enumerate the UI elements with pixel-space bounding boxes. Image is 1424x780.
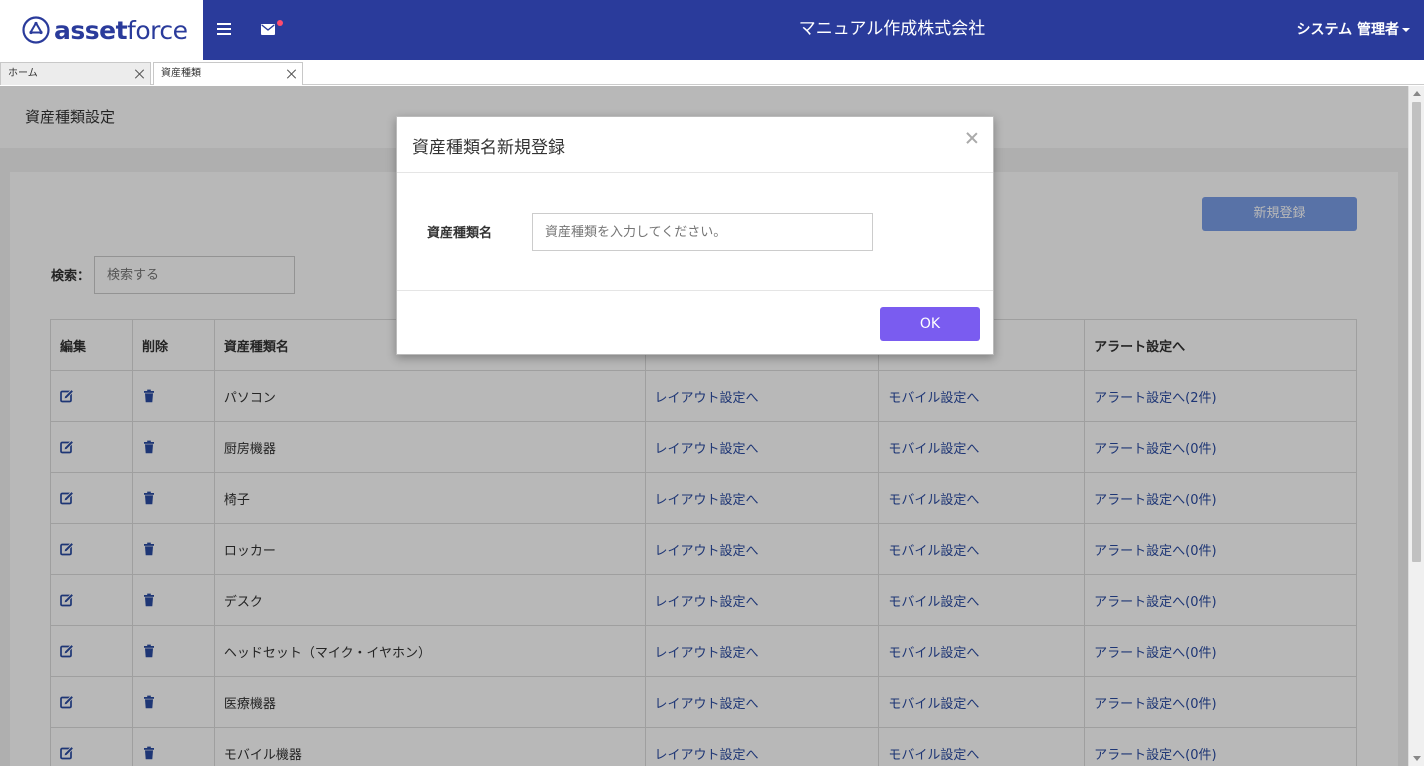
tab-label: ホーム (8, 68, 38, 79)
ok-button[interactable]: OK (880, 307, 980, 341)
modal-title: 資産種類名新規登録 (412, 138, 565, 158)
caret-down-icon (1402, 28, 1410, 32)
bottom-strip (0, 766, 1424, 780)
close-icon[interactable] (135, 69, 145, 79)
scroll-up-arrow-icon[interactable] (1413, 91, 1421, 96)
scroll-thumb[interactable] (1412, 102, 1421, 562)
close-icon[interactable] (965, 131, 979, 145)
app-header: assetforce マニュアル作成株式会社 システム 管理者 (0, 0, 1424, 60)
page-scrollbar[interactable] (1408, 86, 1424, 766)
tab-home[interactable]: ホーム (0, 62, 151, 85)
modal-header: 資産種類名新規登録 (397, 117, 993, 173)
modal-body: 資産種類名 (397, 173, 993, 291)
notification-dot (277, 20, 283, 26)
user-name: システム 管理者 (1296, 22, 1399, 38)
asset-type-name-input[interactable] (532, 213, 873, 251)
tab-label: 資産種類 (161, 68, 201, 79)
logo-text: assetforce (54, 15, 188, 45)
company-name: マニュアル作成株式会社 (798, 19, 986, 39)
mail-icon[interactable] (261, 24, 275, 35)
close-icon[interactable] (287, 69, 297, 79)
scroll-down-arrow-icon[interactable] (1413, 756, 1421, 761)
asset-type-name-label: 資産種類名 (427, 226, 493, 241)
tab-asset-type[interactable]: 資産種類 (153, 62, 303, 85)
logo[interactable]: assetforce (0, 0, 203, 60)
user-menu[interactable]: システム 管理者 (1297, 0, 1410, 60)
tab-bar: ホーム 資産種類 (0, 60, 1424, 85)
recycle-logo-icon (22, 16, 50, 44)
hamburger-icon[interactable] (217, 23, 231, 35)
new-asset-type-modal: 資産種類名新規登録 資産種類名 OK (396, 116, 994, 355)
